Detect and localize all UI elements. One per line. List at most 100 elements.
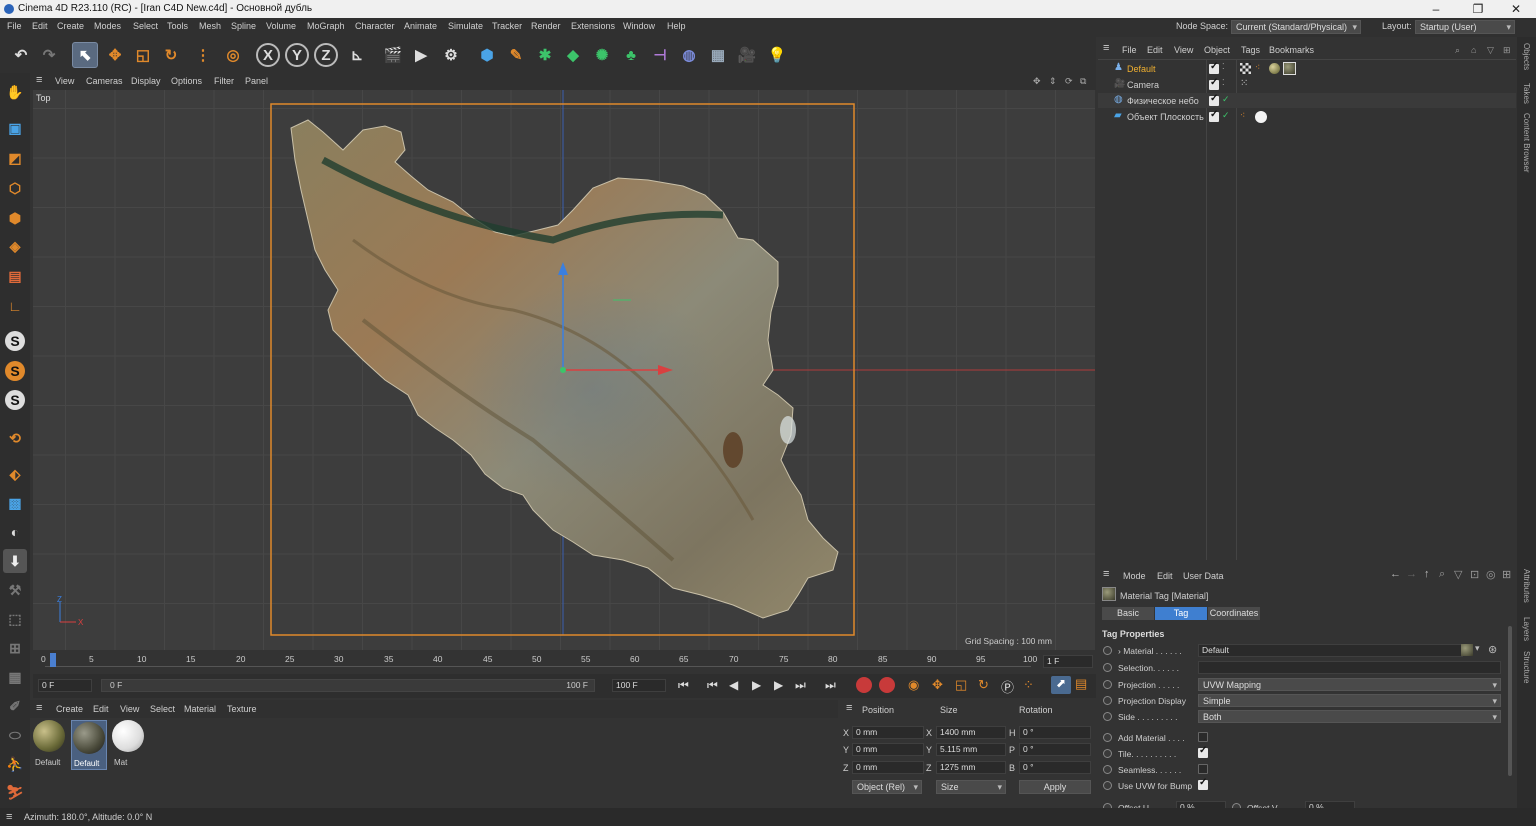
menu-tracker[interactable]: Tracker xyxy=(492,21,522,31)
attribute-hamburger-icon[interactable]: ≡ xyxy=(1103,568,1109,580)
timeline-ruler[interactable]: 0 5 10 15 20 25 30 35 40 45 50 55 60 65 … xyxy=(33,650,1096,674)
motion-tracker-icon[interactable]: ⛷ xyxy=(3,780,27,804)
menu-spline[interactable]: Spline xyxy=(231,21,256,31)
menu-file[interactable]: File xyxy=(7,21,22,31)
redo-icon[interactable]: ↷ xyxy=(36,42,62,68)
menu-window[interactable]: Window xyxy=(623,21,655,31)
record-active-icon[interactable] xyxy=(856,677,872,693)
add-material-anim-radio[interactable] xyxy=(1103,733,1112,742)
extrude-generator-icon[interactable]: ◆ xyxy=(560,42,586,68)
light-object-icon[interactable]: 💡 xyxy=(764,42,790,68)
menu-extensions[interactable]: Extensions xyxy=(571,21,615,31)
x-axis-lock-button[interactable]: X xyxy=(256,43,280,67)
deformer-bend-icon[interactable]: ⊣ xyxy=(647,42,673,68)
material-slot[interactable]: Mat xyxy=(112,720,146,770)
viewport-rotate-icon[interactable]: ⟳ xyxy=(1065,76,1073,87)
render-view-icon[interactable]: 🎬 xyxy=(380,42,406,68)
close-button[interactable]: ✕ xyxy=(1496,0,1536,18)
live-selection-icon[interactable]: ◎ xyxy=(220,42,246,68)
layers-tool-icon[interactable]: ▦ xyxy=(3,665,27,689)
object-row-physical-sky[interactable]: ◍ Физическое небо ✓ xyxy=(1098,93,1516,108)
make-editable-icon[interactable]: ✋ xyxy=(3,80,27,104)
workplane-lock-icon[interactable]: ⟲ xyxy=(3,426,27,450)
visibility-dots-icon[interactable]: ⁚ xyxy=(1222,62,1225,71)
back-arrow-icon[interactable]: ← xyxy=(1390,568,1401,580)
rotation-h-field[interactable]: 0 ° xyxy=(1019,726,1091,739)
apply-button[interactable]: Apply xyxy=(1019,780,1091,794)
key-rotation-icon[interactable]: ↻ xyxy=(978,677,989,693)
menu-character[interactable]: Character xyxy=(355,21,395,31)
menu-create[interactable]: Create xyxy=(57,21,84,31)
coordinate-system-icon[interactable]: ⊾ xyxy=(344,42,370,68)
key-scale-icon[interactable]: ◱ xyxy=(955,677,967,693)
object-menu-file[interactable]: File xyxy=(1122,45,1137,55)
material-slot[interactable]: Default xyxy=(33,720,67,770)
menu-animate[interactable]: Animate xyxy=(404,21,437,31)
uvw-bump-anim-radio[interactable] xyxy=(1103,781,1112,790)
tab-structure[interactable]: Structure xyxy=(1522,651,1531,683)
key-position-icon[interactable]: ✥ xyxy=(932,677,943,693)
menu-modes[interactable]: Modes xyxy=(94,21,121,31)
object-row-camera[interactable]: 🎥 Camera ⁚ ⁙ xyxy=(1098,77,1516,92)
object-enable-check[interactable] xyxy=(1209,61,1219,74)
projection-anim-radio[interactable] xyxy=(1103,680,1112,689)
seamless-checkbox[interactable] xyxy=(1198,764,1208,774)
minimize-button[interactable]: – xyxy=(1416,0,1456,18)
maximize-button[interactable]: ❐ xyxy=(1458,0,1498,18)
add-material-checkbox[interactable] xyxy=(1198,732,1208,742)
tile-anim-radio[interactable] xyxy=(1103,749,1112,758)
coordinates-hamburger-icon[interactable]: ≡ xyxy=(846,702,852,714)
menu-simulate[interactable]: Simulate xyxy=(448,21,483,31)
projection-display-anim-radio[interactable] xyxy=(1103,696,1112,705)
recent-tools-icon[interactable]: ⋮ xyxy=(190,42,216,68)
menu-help[interactable]: Help xyxy=(667,21,686,31)
forward-arrow-icon[interactable]: → xyxy=(1406,568,1417,580)
camera-object-icon[interactable]: 🎥 xyxy=(734,42,760,68)
tab-content-browser[interactable]: Content Browser xyxy=(1522,113,1531,173)
tab-layers[interactable]: Layers xyxy=(1522,617,1531,641)
material-link-menu-icon[interactable]: ▾ xyxy=(1475,643,1480,654)
next-keyframe-icon[interactable]: ⏭ xyxy=(795,678,806,693)
size-z-field[interactable]: 1275 mm xyxy=(936,761,1006,774)
side-anim-radio[interactable] xyxy=(1103,712,1112,721)
viewport-zoom-icon[interactable]: ⇕ xyxy=(1049,76,1057,87)
model-mode-icon[interactable]: ▣ xyxy=(3,116,27,140)
attribute-scrollbar[interactable] xyxy=(1508,626,1512,776)
symmetry-icon[interactable]: ⊞ xyxy=(3,636,27,660)
keyframe-selection-icon[interactable]: ◉ xyxy=(908,677,919,693)
object-menu-bookmarks[interactable]: Bookmarks xyxy=(1269,45,1314,55)
select-tool-icon[interactable]: ⬉ xyxy=(72,42,98,68)
material-anim-radio[interactable] xyxy=(1103,646,1112,655)
viewport-maximize-icon[interactable]: ⧉ xyxy=(1080,76,1086,87)
solo-mode-icon[interactable]: ⬇ xyxy=(3,549,27,573)
uvw-bump-checkbox[interactable] xyxy=(1198,777,1208,790)
phong-tag-icon[interactable]: ⁖ xyxy=(1240,110,1245,121)
character-tool-icon[interactable]: ⛹ xyxy=(3,752,27,776)
viewport-menu-view[interactable]: View xyxy=(55,76,74,86)
uvw-tag-icon[interactable] xyxy=(1240,63,1251,74)
status-hamburger-icon[interactable]: ≡ xyxy=(6,808,12,826)
brush-tool-icon[interactable]: ⬭ xyxy=(3,723,27,747)
tab-attributes[interactable]: Attributes xyxy=(1522,569,1531,603)
viewport-menu-cameras[interactable]: Cameras xyxy=(86,76,123,86)
prev-frame-icon[interactable]: ◀ xyxy=(729,678,738,692)
visibility-check-icon[interactable]: ✓ xyxy=(1222,110,1230,121)
layout-dropdown[interactable]: Startup (User) xyxy=(1415,20,1515,34)
snap-toggle-button[interactable]: S xyxy=(5,331,25,351)
attribute-target-icon[interactable]: ◎ xyxy=(1486,568,1496,581)
soft-selection-icon[interactable]: ◐ xyxy=(3,520,27,544)
position-z-field[interactable]: 0 mm xyxy=(852,761,924,774)
material-menu-material[interactable]: Material xyxy=(184,704,216,714)
viewport-move-icon[interactable]: ✥ xyxy=(1033,76,1041,87)
tile-checkbox[interactable] xyxy=(1198,745,1208,758)
menu-tools[interactable]: Tools xyxy=(167,21,188,31)
object-menu-edit[interactable]: Edit xyxy=(1147,45,1163,55)
snap-settings-button[interactable]: S xyxy=(5,361,25,381)
material-menu-view[interactable]: View xyxy=(120,704,139,714)
object-new-window-icon[interactable]: ⊞ xyxy=(1503,45,1511,56)
selection-anim-radio[interactable] xyxy=(1103,663,1112,672)
viewport-solo-icon[interactable]: ⬚ xyxy=(3,607,27,631)
object-menu-tags[interactable]: Tags xyxy=(1241,45,1260,55)
viewport-menu-options[interactable]: Options xyxy=(171,76,202,86)
viewport-menu-panel[interactable]: Panel xyxy=(245,76,268,86)
